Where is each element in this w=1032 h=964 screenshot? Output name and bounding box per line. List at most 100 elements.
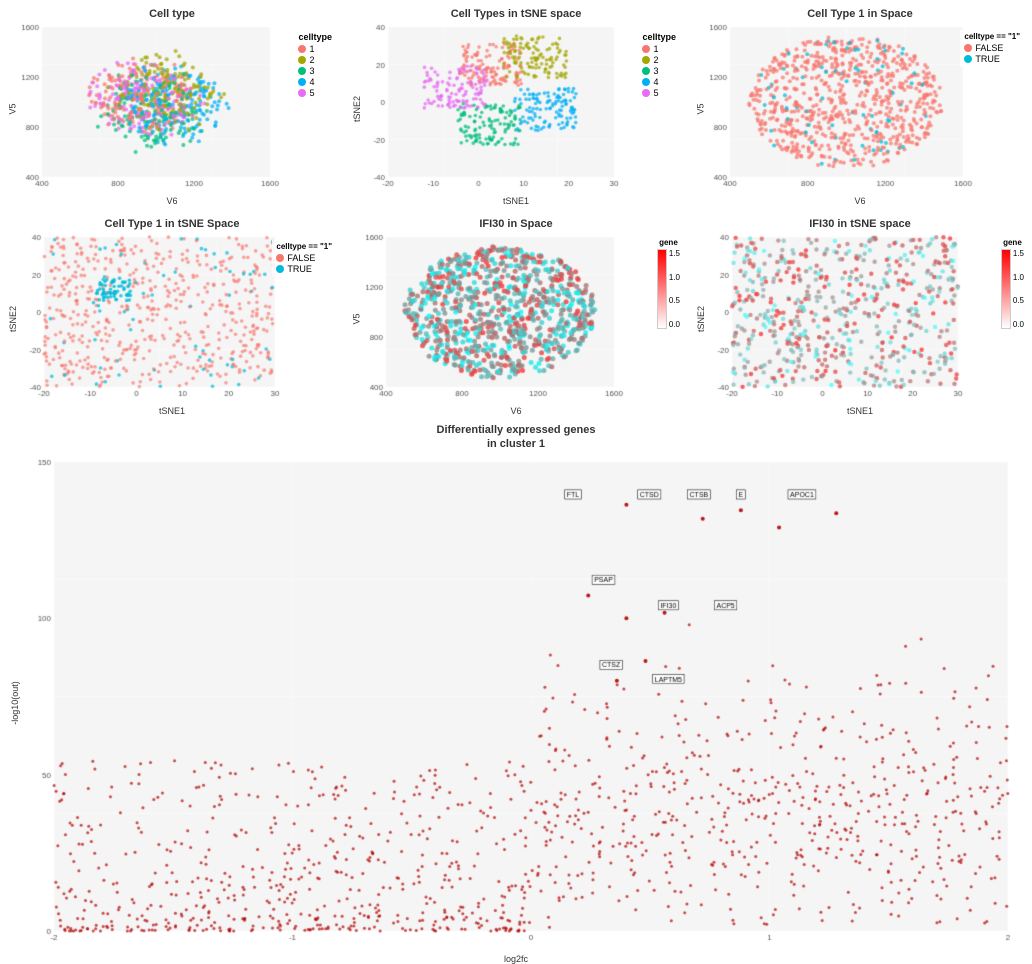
y-label-1: V5 xyxy=(8,103,18,114)
x-label-1: V6 xyxy=(4,196,340,206)
legend-2: celltype 1 2 3 xyxy=(638,30,680,101)
y-label-wrap-3: V5 xyxy=(692,22,710,195)
plot-inner-5: V5 gene 1.5 1.0 0.5 xyxy=(348,232,684,405)
legend-dot-2-2 xyxy=(642,56,650,64)
legend-label-3-1: FALSE xyxy=(975,43,1003,53)
legend-label-1-3: 3 xyxy=(309,66,314,76)
legend-dot-3-1 xyxy=(964,44,972,52)
panel-cell-type: Cell type V5 celltype 1 xyxy=(0,0,344,210)
scatter-canvas-5 xyxy=(366,232,684,405)
legend-item-3-2: TRUE xyxy=(964,54,1020,64)
legend-label-2-4: 4 xyxy=(653,77,658,87)
gradient-label-5-2: 1.0 xyxy=(669,273,680,282)
legend-dot-4-2 xyxy=(276,265,284,273)
scatter-canvas-6 xyxy=(710,232,1028,405)
legend-label-2-3: 3 xyxy=(653,66,658,76)
volcano-canvas-wrap xyxy=(26,452,1028,953)
plot-inner-6: tSNE2 gene 1.5 1.0 0.5 xyxy=(692,232,1028,405)
x-label-6: tSNE1 xyxy=(692,406,1028,416)
gradient-bar-5 xyxy=(657,249,667,329)
gradient-labels-6: 1.5 1.0 0.5 0.0 xyxy=(1013,249,1024,329)
legend-1: celltype 1 2 3 xyxy=(294,30,336,101)
scatter-canvas-2 xyxy=(366,22,684,195)
volcano-x-label: log2fc xyxy=(4,954,1028,964)
plot-wrapper-3: V5 celltype == "1" FALSE TRUE xyxy=(692,22,1028,206)
x-label-4: tSNE1 xyxy=(4,406,340,416)
y-label-6: tSNE2 xyxy=(696,305,706,331)
x-label-2: tSNE1 xyxy=(348,196,684,206)
y-label-2: tSNE2 xyxy=(352,95,362,121)
y-label-5: V5 xyxy=(352,313,362,324)
gradient-label-6-4: 0.0 xyxy=(1013,320,1024,329)
canvas-wrap-3: celltype == "1" FALSE TRUE xyxy=(710,22,1028,195)
plot-inner-3: V5 celltype == "1" FALSE TRUE xyxy=(692,22,1028,195)
legend-label-2-5: 5 xyxy=(653,88,658,98)
plot-wrapper-4: tSNE2 celltype == "1" FALSE TRUE xyxy=(4,232,340,416)
gradient-label-5-4: 0.0 xyxy=(669,320,680,329)
legend-item-4-1: FALSE xyxy=(276,253,332,263)
legend-label-2-1: 1 xyxy=(653,44,658,54)
canvas-wrap-6: gene 1.5 1.0 0.5 0.0 xyxy=(710,232,1028,405)
legend-dot-1-5 xyxy=(298,89,306,97)
y-label-3: V5 xyxy=(696,103,706,114)
gradient-label-5-3: 0.5 xyxy=(669,296,680,305)
volcano-title-wrap: Differentially expressed genes in cluste… xyxy=(437,424,596,452)
legend-dot-2-5 xyxy=(642,89,650,97)
canvas-wrap-4: celltype == "1" FALSE TRUE xyxy=(22,232,340,405)
legend-dot-4-1 xyxy=(276,254,284,262)
legend-label-4-1: FALSE xyxy=(287,253,315,263)
gradient-label-5-1: 1.5 xyxy=(669,249,680,258)
panel-celltype1-tsne-title: Cell Type 1 in tSNE Space xyxy=(105,218,240,230)
panel-celltype1-space-title: Cell Type 1 in Space xyxy=(807,8,913,20)
x-label-3: V6 xyxy=(692,196,1028,206)
y-label-wrap-4: tSNE2 xyxy=(4,232,22,405)
panel-celltype1-tsne: Cell Type 1 in tSNE Space tSNE2 celltype… xyxy=(0,210,344,420)
volcano-plot-wrapper: -log10(out) log2fc xyxy=(4,452,1028,964)
legend-label-4-2: TRUE xyxy=(287,264,312,274)
legend-item-2-2: 2 xyxy=(642,55,676,65)
panel-cell-type-title: Cell type xyxy=(149,8,195,20)
legend-item-1-3: 3 xyxy=(298,66,332,76)
y-label-wrap-2: tSNE2 xyxy=(348,22,366,195)
volcano-y-label: -log10(out) xyxy=(10,681,20,725)
legend-dot-1-4 xyxy=(298,78,306,86)
legend-item-1-1: 1 xyxy=(298,44,332,54)
panel-tsne-title: Cell Types in tSNE space xyxy=(451,8,582,20)
plot-wrapper-1: V5 celltype 1 2 xyxy=(4,22,340,206)
gradient-bar-6 xyxy=(1001,249,1011,329)
legend-item-1-4: 4 xyxy=(298,77,332,87)
volcano-title-1: Differentially expressed genes xyxy=(437,424,596,436)
y-label-4: tSNE2 xyxy=(8,305,18,331)
volcano-plot-inner: -log10(out) xyxy=(4,452,1028,953)
canvas-wrap-5: gene 1.5 1.0 0.5 0.0 xyxy=(366,232,684,405)
gradient-title-6: gene xyxy=(1003,238,1022,247)
legend-item-3-1: FALSE xyxy=(964,43,1020,53)
canvas-wrap-1: celltype 1 2 3 xyxy=(22,22,340,195)
plot-inner-1: V5 celltype 1 2 xyxy=(4,22,340,195)
legend-item-2-4: 4 xyxy=(642,77,676,87)
legend-title-3: celltype == "1" xyxy=(964,32,1020,41)
panel-ifi30-space-title: IFI30 in Space xyxy=(479,218,552,230)
legend-4: celltype == "1" FALSE TRUE xyxy=(272,240,336,277)
volcano-title-2: in cluster 1 xyxy=(437,438,596,450)
legend-3: celltype == "1" FALSE TRUE xyxy=(960,30,1024,67)
main-grid: Cell type V5 celltype 1 xyxy=(0,0,1032,668)
legend-item-4-2: TRUE xyxy=(276,264,332,274)
gradient-label-6-1: 1.5 xyxy=(1013,249,1024,258)
legend-item-2-5: 5 xyxy=(642,88,676,98)
legend-dot-1-1 xyxy=(298,45,306,53)
gradient-title-5: gene xyxy=(659,238,678,247)
plot-wrapper-6: tSNE2 gene 1.5 1.0 0.5 xyxy=(692,232,1028,416)
legend-item-2-1: 1 xyxy=(642,44,676,54)
legend-label-1-5: 5 xyxy=(309,88,314,98)
legend-title-4: celltype == "1" xyxy=(276,242,332,251)
legend-label-2-2: 2 xyxy=(653,55,658,65)
x-label-5: V6 xyxy=(348,406,684,416)
legend-dot-2-1 xyxy=(642,45,650,53)
gradient-label-6-2: 1.0 xyxy=(1013,273,1024,282)
plot-inner-4: tSNE2 celltype == "1" FALSE TRUE xyxy=(4,232,340,405)
gradient-label-6-3: 0.5 xyxy=(1013,296,1024,305)
panel-volcano: Differentially expressed genes in cluste… xyxy=(0,420,1032,668)
panel-tsne-celltype: Cell Types in tSNE space tSNE2 celltype … xyxy=(344,0,688,210)
legend-dot-2-3 xyxy=(642,67,650,75)
